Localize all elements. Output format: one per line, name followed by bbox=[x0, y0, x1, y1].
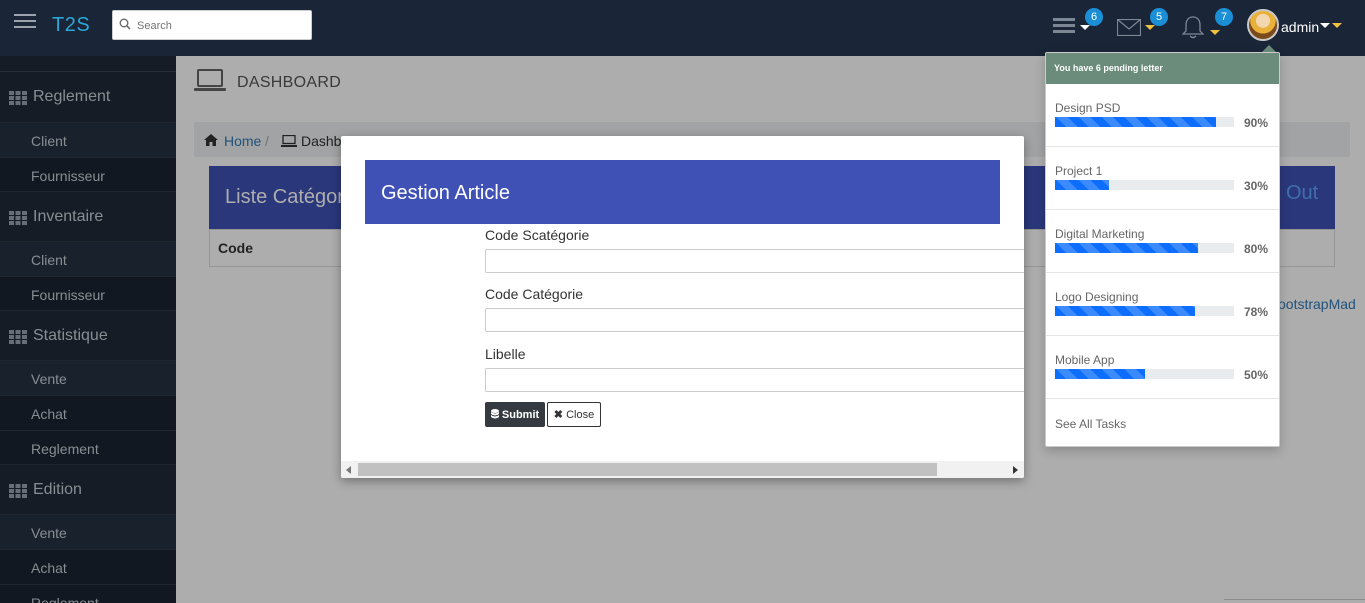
notifications-caret-icon[interactable] bbox=[1210, 30, 1220, 35]
bell-icon[interactable] bbox=[1182, 15, 1204, 39]
task-percent: 78% bbox=[1244, 305, 1269, 319]
search-input[interactable] bbox=[137, 16, 307, 36]
task-progress-bar bbox=[1055, 180, 1234, 190]
database-icon bbox=[490, 408, 499, 418]
horizontal-scrollbar[interactable] bbox=[341, 461, 1024, 478]
task-percent: 30% bbox=[1244, 179, 1269, 193]
mail-badge: 5 bbox=[1150, 8, 1168, 26]
tasks-dropdown: You have 6 pending letter Design PSD 90% P… bbox=[1045, 52, 1280, 447]
task-percent: 80% bbox=[1244, 242, 1269, 256]
close-label: Close bbox=[566, 409, 595, 421]
notifications-badge: 7 bbox=[1215, 8, 1233, 26]
field-label-code-scategorie: Code Scatégorie bbox=[485, 227, 590, 243]
user-caret-icon[interactable] bbox=[1320, 23, 1330, 28]
user-avatar[interactable] bbox=[1247, 9, 1279, 41]
submit-label: Submit bbox=[501, 408, 540, 421]
task-percent: 90% bbox=[1244, 116, 1269, 130]
task-progress-bar bbox=[1055, 369, 1234, 379]
submit-button[interactable]: Submit bbox=[485, 402, 545, 427]
task-item[interactable]: Logo Designing 78% bbox=[1046, 273, 1279, 336]
search-box[interactable] bbox=[112, 10, 312, 40]
tasks-caret-icon[interactable] bbox=[1080, 25, 1090, 30]
user-name[interactable]: admin bbox=[1281, 19, 1319, 35]
dropdown-header-text: You have 6 pending letter bbox=[1054, 63, 1163, 73]
task-progress-bar bbox=[1055, 117, 1234, 127]
scroll-left-icon[interactable] bbox=[346, 466, 351, 474]
modal-title: Gestion Article bbox=[381, 182, 510, 204]
task-progress-fill bbox=[1055, 243, 1199, 253]
task-item[interactable]: Mobile App 50% bbox=[1046, 336, 1279, 399]
mail-icon[interactable] bbox=[1117, 19, 1141, 36]
task-name: Project 1 bbox=[1055, 164, 1103, 178]
code-categorie-input[interactable] bbox=[485, 308, 1024, 332]
task-progress-bar bbox=[1055, 243, 1234, 253]
gestion-article-modal: Gestion Article Code Scatégorie Code Cat… bbox=[341, 136, 1024, 478]
app-logo[interactable]: T2S bbox=[52, 14, 90, 37]
tasks-icon[interactable] bbox=[1053, 17, 1075, 35]
task-item[interactable]: Digital Marketing 80% bbox=[1046, 210, 1279, 273]
scrollbar-thumb[interactable] bbox=[358, 463, 937, 476]
task-item[interactable]: Project 1 30% bbox=[1046, 147, 1279, 210]
tasks-badge: 6 bbox=[1085, 8, 1103, 26]
task-name: Digital Marketing bbox=[1055, 227, 1145, 241]
search-icon bbox=[119, 18, 131, 30]
see-all-tasks-link[interactable]: See All Tasks bbox=[1055, 417, 1126, 431]
task-progress-fill bbox=[1055, 180, 1109, 190]
close-button[interactable]: ✖ Close bbox=[547, 402, 601, 427]
task-name: Design PSD bbox=[1055, 101, 1121, 115]
task-name: Mobile App bbox=[1055, 353, 1115, 367]
scroll-right-icon[interactable] bbox=[1013, 466, 1018, 474]
task-progress-bar bbox=[1055, 306, 1234, 316]
libelle-input[interactable] bbox=[485, 368, 1024, 392]
dropdown-header: You have 6 pending letter bbox=[1046, 53, 1279, 84]
user-menu-caret-icon[interactable] bbox=[1332, 23, 1342, 28]
close-icon: ✖ bbox=[553, 409, 564, 421]
modal-header: Gestion Article bbox=[365, 160, 1000, 224]
field-label-libelle: Libelle bbox=[485, 346, 526, 362]
task-progress-fill bbox=[1055, 117, 1217, 127]
code-scategorie-input[interactable] bbox=[485, 249, 1024, 273]
task-progress-fill bbox=[1055, 306, 1195, 316]
task-name: Logo Designing bbox=[1055, 290, 1139, 304]
menu-toggle-icon[interactable] bbox=[14, 14, 36, 30]
task-progress-fill bbox=[1055, 369, 1145, 379]
task-item[interactable]: Design PSD 90% bbox=[1046, 84, 1279, 147]
mail-caret-icon[interactable] bbox=[1145, 25, 1155, 30]
field-label-code-categorie: Code Catégorie bbox=[485, 286, 584, 302]
task-percent: 50% bbox=[1244, 368, 1269, 382]
